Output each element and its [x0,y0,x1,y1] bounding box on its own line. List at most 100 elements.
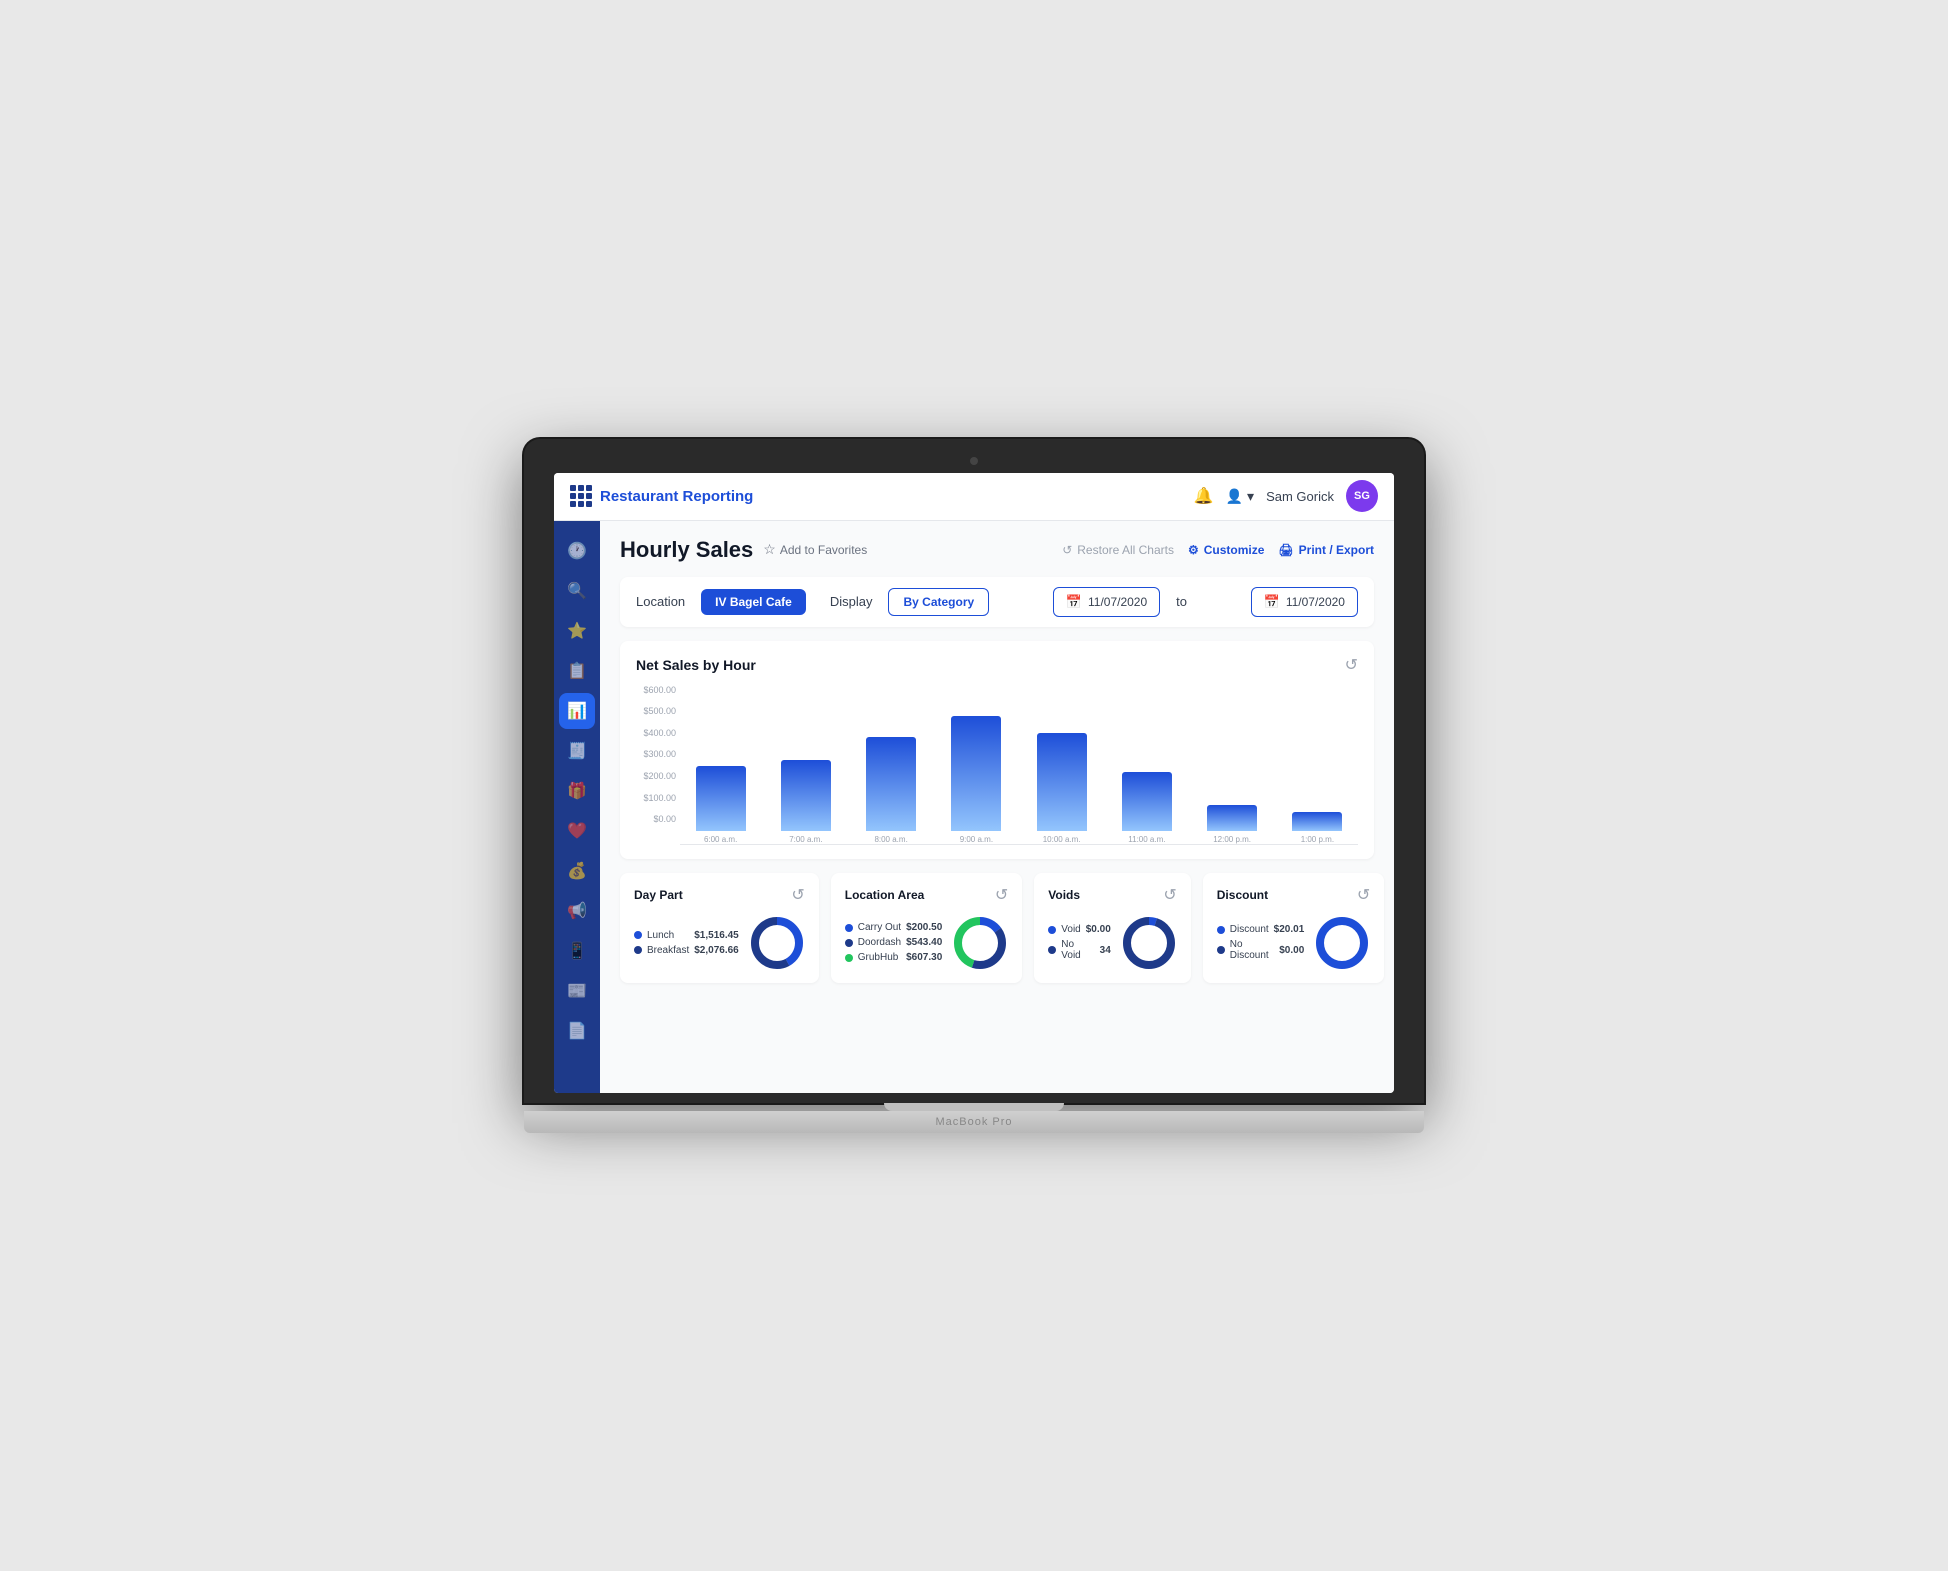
legend-item: Lunch $1,516.45 [634,930,739,941]
display-button[interactable]: By Category [888,588,989,616]
sidebar-item-document[interactable]: 📄 [559,1013,595,1049]
legend-label: No Void [1061,939,1094,961]
legend-dot [634,931,642,939]
mini-card-legend: Discount $20.01 No Discount $0.00 [1217,924,1305,961]
legend-label: Discount [1230,924,1269,935]
legend-label: Void [1061,924,1080,935]
legend-value: $607.30 [906,952,942,963]
bar-label: 11:00 a.m. [1128,835,1165,844]
location-button[interactable]: IV Bagel Cafe [701,589,806,615]
legend-value: $200.50 [906,922,942,933]
sidebar-item-news[interactable]: 📰 [559,973,595,1009]
mini-card-header: Voids ↺ [1048,885,1177,905]
add-to-favorites-button[interactable]: ☆ Add to Favorites [763,541,867,558]
legend-value: $0.00 [1279,945,1304,956]
y-label-200: $200.00 [636,771,680,781]
legend-item: No Void 34 [1048,939,1111,961]
app-title: Restaurant Reporting [600,488,753,505]
customize-button[interactable]: ⚙ Customize [1188,543,1264,557]
legend-dot [1048,926,1056,934]
mini-card-body: Lunch $1,516.45 Breakfast $2,076.66 [634,915,805,971]
add-to-favorites-label: Add to Favorites [780,543,867,557]
legend-dot [845,939,853,947]
legend-dot [1217,946,1225,954]
grid-icon[interactable] [570,485,592,507]
mini-card-legend: Lunch $1,516.45 Breakfast $2,076.66 [634,930,739,956]
bar [1037,733,1087,831]
user-icon-button[interactable]: 👤 ▾ [1226,488,1254,505]
mini-card-title: Day Part [634,888,683,902]
legend-dot [845,924,853,932]
bell-icon[interactable]: 🔔 [1194,486,1214,506]
bar-group: 7:00 a.m. [765,760,846,843]
bar [1207,805,1257,831]
sidebar-item-analytics[interactable]: 📊 [559,693,595,729]
sidebar-item-marketing[interactable]: 📢 [559,893,595,929]
mini-card-refresh-icon[interactable]: ↺ [1357,885,1370,905]
bar [866,737,916,831]
mini-card-body: Void $0.00 No Void 34 [1048,915,1177,971]
legend-dot [634,946,642,954]
mini-card-title: Discount [1217,888,1268,902]
bar-chart-refresh-icon[interactable]: ↺ [1345,655,1358,675]
legend-dot [845,954,853,962]
to-label: to [1176,594,1187,609]
bar-chart-area: $0.00 $100.00 $200.00 $300.00 $400.00 $5… [636,685,1358,845]
legend-item: Discount $20.01 [1217,924,1305,935]
legend-value: 34 [1100,945,1111,956]
legend-item: GrubHub $607.30 [845,952,943,963]
sidebar-item-mobile[interactable]: 📱 [559,933,595,969]
sidebar-item-money[interactable]: 💰 [559,853,595,889]
mini-card-header: Discount ↺ [1217,885,1371,905]
legend-value: $2,076.66 [694,945,739,956]
y-label-100: $100.00 [636,793,680,803]
mini-card-refresh-icon[interactable]: ↺ [995,885,1008,905]
avatar[interactable]: SG [1346,480,1378,512]
legend-value: $0.00 [1086,924,1111,935]
mini-card-refresh-icon[interactable]: ↺ [1163,885,1176,905]
restore-all-charts-button[interactable]: ↺ Restore All Charts [1062,543,1174,557]
sidebar-item-reports[interactable]: 📋 [559,653,595,689]
bar-label: 8:00 a.m. [874,835,907,844]
bars-container: 6:00 a.m. 7:00 a.m. 8:00 a.m. 9:00 a.m. … [680,705,1358,845]
user-name: Sam Gorick [1266,489,1334,504]
location-label: Location [636,594,685,609]
content-area: Hourly Sales ☆ Add to Favorites ↺ Restor… [600,521,1394,1093]
bar-chart-header: Net Sales by Hour ↺ [636,655,1358,675]
bar-group: 12:00 p.m. [1192,805,1273,844]
customize-icon: ⚙ [1188,543,1199,557]
legend-label: No Discount [1230,939,1274,961]
mini-card-body: Carry Out $200.50 Doordash $543.40 GrubH… [845,915,1009,971]
sidebar-item-favorites[interactable]: ⭐ [559,613,595,649]
legend-label: Breakfast [647,945,689,956]
print-export-button[interactable]: 🖨 Print / Export [1278,543,1374,557]
y-label-300: $300.00 [636,749,680,759]
legend-dot [1048,946,1056,954]
sidebar-item-search[interactable]: 🔍 [559,573,595,609]
y-axis: $0.00 $100.00 $200.00 $300.00 $400.00 $5… [636,685,680,825]
mini-card-refresh-icon[interactable]: ↺ [791,885,804,905]
sidebar-item-heart[interactable]: ❤️ [559,813,595,849]
legend-item: Breakfast $2,076.66 [634,945,739,956]
restore-icon: ↺ [1062,543,1072,557]
legend-label: Doordash [858,937,901,948]
sidebar-item-clock[interactable]: 🕐 [559,533,595,569]
legend-item: Carry Out $200.50 [845,922,943,933]
star-icon: ☆ [763,541,776,558]
date-to-button[interactable]: 📅 11/07/2020 [1251,587,1358,617]
y-label-0: $0.00 [636,814,680,824]
sidebar-item-receipts[interactable]: 🧾 [559,733,595,769]
date-from-button[interactable]: 📅 11/07/2020 [1053,587,1160,617]
sidebar-item-gifts[interactable]: 🎁 [559,773,595,809]
date-to-value: 11/07/2020 [1286,595,1345,609]
legend-label: GrubHub [858,952,899,963]
logo-area: Restaurant Reporting [570,485,1194,507]
mini-card: Voids ↺ Void $0.00 No Void 34 [1034,873,1191,983]
top-bar: Restaurant Reporting 🔔 👤 ▾ Sam Gorick SG [554,473,1394,521]
bar-chart-card: Net Sales by Hour ↺ $0.00 $100.00 $200.0… [620,641,1374,859]
calendar-from-icon: 📅 [1066,594,1082,610]
customize-label: Customize [1204,543,1265,557]
donut-chart [1121,915,1177,971]
bar-label: 6:00 a.m. [704,835,737,844]
page-title: Hourly Sales [620,537,753,563]
